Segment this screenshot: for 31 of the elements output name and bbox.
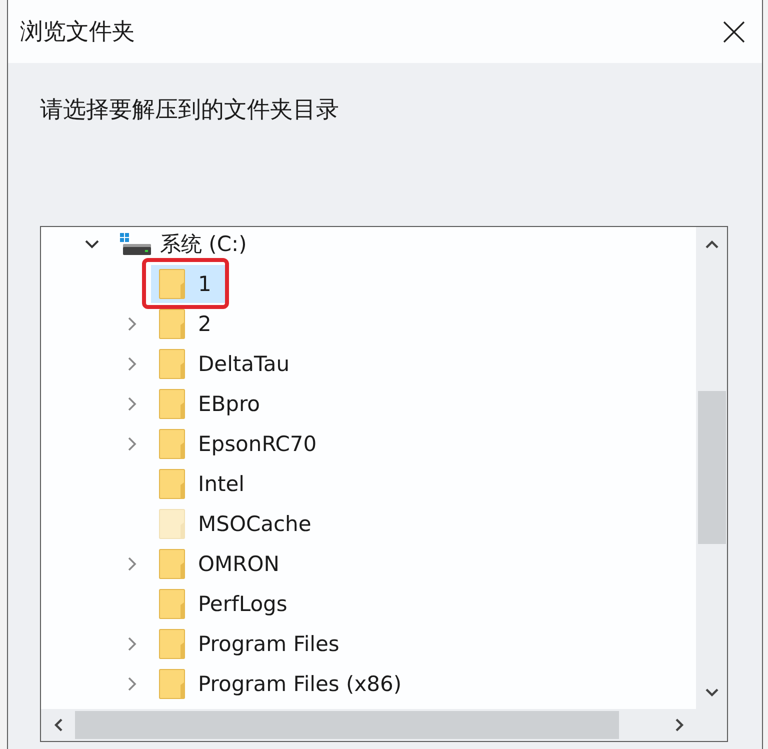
scroll-left-icon[interactable]	[54, 718, 62, 732]
chevron-right-icon[interactable]	[127, 636, 137, 652]
close-icon	[723, 20, 745, 42]
tree-item[interactable]: 1	[151, 265, 226, 303]
tree-item[interactable]: 2	[151, 305, 226, 343]
chevron-right-icon[interactable]	[127, 396, 137, 412]
chevron-right-icon[interactable]	[127, 556, 137, 572]
window-title: 浏览文件夹	[20, 18, 135, 46]
chevron-right-icon[interactable]	[127, 316, 137, 332]
scroll-right-icon[interactable]	[674, 718, 684, 732]
chevron-down-icon[interactable]	[84, 239, 100, 249]
scroll-down-icon[interactable]	[704, 688, 718, 696]
tree-item[interactable]: MSOCache	[151, 505, 326, 543]
instruction-text: 请选择要解压到的文件夹目录	[40, 96, 339, 125]
tree-item[interactable]: EpsonRC70	[151, 425, 331, 463]
chevron-right-icon[interactable]	[127, 356, 137, 372]
vertical-scrollbar[interactable]	[696, 227, 727, 709]
tree-item[interactable]: DeltaTau	[151, 345, 304, 383]
tree-item[interactable]: PerfLogs	[151, 585, 302, 623]
scrollbar-thumb[interactable]	[698, 391, 726, 544]
scroll-up-icon[interactable]	[704, 240, 718, 248]
tree-item[interactable]: EBpro	[151, 385, 274, 423]
scrollbar-thumb[interactable]	[75, 711, 619, 739]
tree-item[interactable]: Intel	[151, 465, 258, 503]
chevron-right-icon[interactable]	[127, 436, 137, 452]
horizontal-scrollbar[interactable]	[41, 709, 696, 741]
chevron-right-icon[interactable]	[127, 676, 137, 692]
tree-item[interactable]: 系统 (C:)	[111, 227, 261, 263]
tree-item[interactable]: OMRON	[151, 545, 294, 583]
tree-item[interactable]: Program Files	[151, 625, 354, 663]
tree-item[interactable]: Program Files (x86)	[151, 665, 416, 703]
